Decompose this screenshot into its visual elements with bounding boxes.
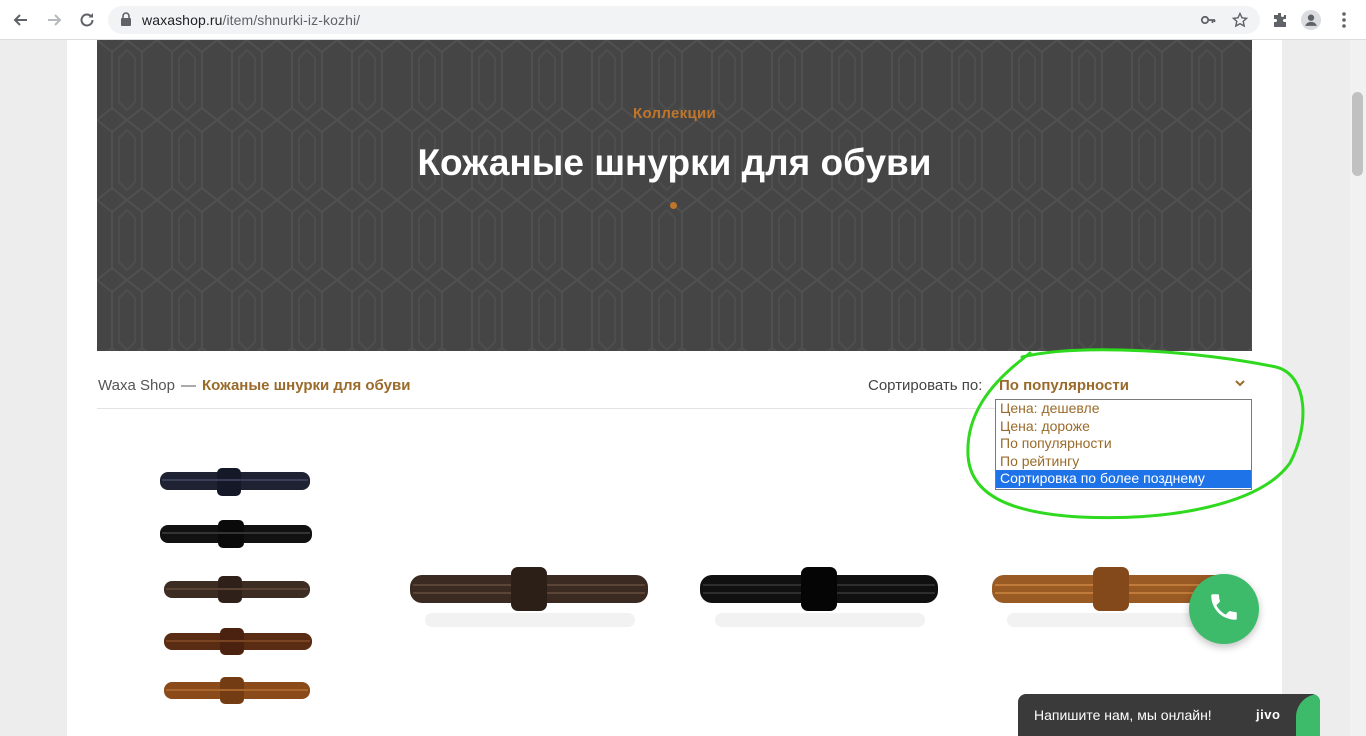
lace-black — [160, 520, 312, 548]
breadcrumb: Waxa Shop — Кожаные шнурки для обуви — [98, 377, 410, 394]
menu-kebab-icon[interactable] — [1334, 10, 1354, 30]
chat-message: Напишите нам, мы онлайн! — [1034, 707, 1212, 723]
forward-icon[interactable] — [42, 8, 66, 32]
address-bar[interactable]: waxashop.ru/item/shnurki-iz-kozhi/ — [108, 6, 1260, 34]
bookmark-star-icon[interactable] — [1231, 11, 1249, 28]
breadcrumb-current: Кожаные шнурки для обуви — [202, 377, 411, 394]
product-image-dark-brown[interactable] — [405, 555, 655, 655]
chat-status-corner — [1296, 694, 1320, 736]
lace-dark-brown — [164, 576, 310, 603]
back-icon[interactable] — [9, 8, 33, 32]
scrollbar-thumb[interactable] — [1352, 92, 1363, 176]
lace-navy — [160, 468, 310, 496]
url-text: waxashop.ru/item/shnurki-iz-kozhi/ — [142, 12, 361, 28]
lace-brown — [164, 628, 312, 655]
chat-widget[interactable]: Напишите нам, мы онлайн! jivo — [1018, 694, 1320, 736]
phone-icon — [1207, 590, 1241, 629]
breadcrumb-home-link[interactable]: Waxa Shop — [98, 377, 175, 394]
reload-icon[interactable] — [75, 8, 99, 32]
chat-brand-logo: jivo — [1256, 707, 1281, 722]
page-title: Кожаные шнурки для обуви — [417, 142, 932, 183]
product-image-lace-set[interactable] — [152, 460, 317, 730]
extensions-icon[interactable] — [1270, 10, 1290, 30]
lock-icon — [120, 12, 132, 31]
browser-toolbar: waxashop.ru/item/shnurki-iz-kozhi/ — [0, 0, 1366, 40]
annotation-circle — [966, 348, 1305, 520]
profile-avatar-icon[interactable] — [1301, 10, 1321, 30]
collection-hero: Коллекции Кожаные шнурки для обуви — [97, 40, 1252, 351]
breadcrumb-separator: — — [181, 377, 196, 394]
hero-eyebrow: Коллекции — [632, 105, 717, 122]
hero-pattern — [97, 40, 1252, 351]
call-button[interactable] — [1189, 574, 1259, 644]
hero-dot — [670, 202, 677, 209]
lace-tan — [164, 677, 310, 704]
product-image-black[interactable] — [695, 555, 945, 655]
key-icon[interactable] — [1200, 12, 1216, 28]
